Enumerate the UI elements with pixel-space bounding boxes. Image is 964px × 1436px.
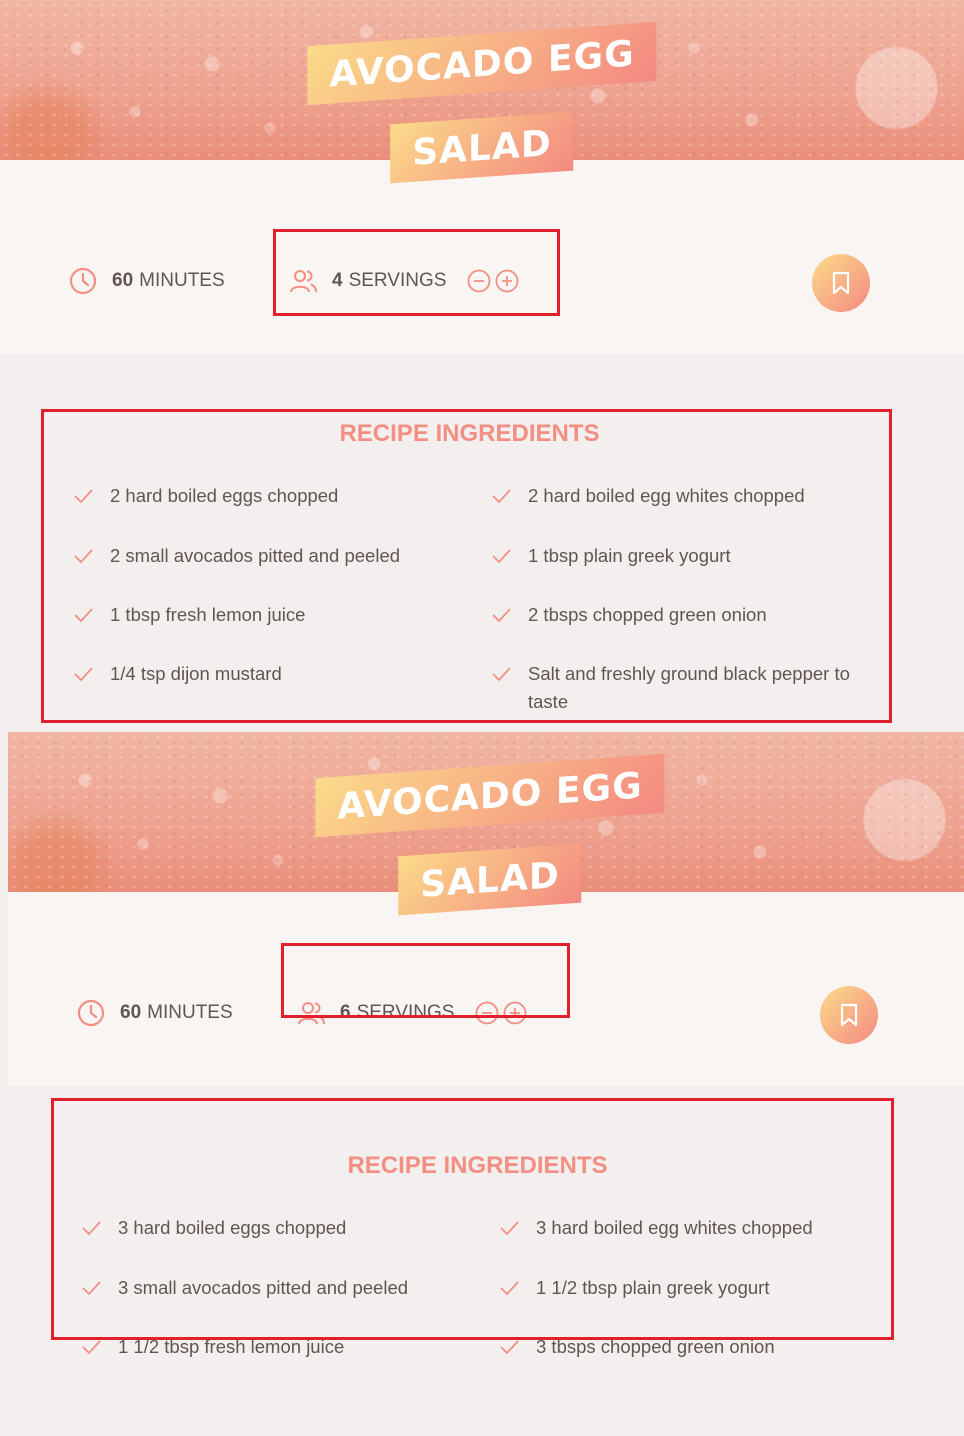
ingredient-item: 1 tbsp fresh lemon juice	[72, 601, 452, 629]
ingredient-item: 1/4 tsp dijon mustard	[72, 660, 452, 688]
recipe-title: Avocado Egg Salad	[0, 14, 964, 214]
recipe-title: Avocado Egg Salad	[8, 746, 964, 946]
ingredient-text: 2 small avocados pitted and peeled	[110, 545, 401, 566]
ingredient-text: 3 hard boiled egg whites chopped	[536, 1217, 813, 1238]
servings-value: 6	[340, 1002, 351, 1023]
recipe-panel-6-servings: 60 Minutes 6 Servings	[0, 732, 964, 1436]
time-unit: Minutes	[147, 1002, 233, 1023]
minus-circle-icon[interactable]	[474, 1000, 500, 1026]
ingredient-item: 3 hard boiled eggs chopped	[80, 1214, 460, 1242]
bookmark-icon	[832, 271, 850, 295]
check-icon	[500, 1281, 519, 1296]
time-value: 60	[112, 270, 134, 291]
recipe-time: 60 Minutes	[68, 261, 225, 301]
ingredient-item: 3 hard boiled egg whites chopped	[498, 1214, 878, 1242]
ingredient-item: 1 1/2 tbsp plain greek yogurt	[498, 1274, 878, 1302]
time-unit: Minutes	[139, 270, 225, 291]
ingredients-heading: Recipe Ingredients	[347, 1152, 608, 1179]
check-icon	[82, 1340, 101, 1355]
check-icon	[492, 549, 511, 564]
ingredient-text: 1 1/2 tbsp fresh lemon juice	[118, 1336, 345, 1357]
ingredient-item: 2 small avocados pitted and peeled	[72, 542, 452, 570]
check-icon	[74, 489, 93, 504]
check-icon	[82, 1281, 101, 1296]
ingredient-text: 1/4 tsp dijon mustard	[110, 663, 282, 684]
plus-circle-icon[interactable]	[502, 1000, 528, 1026]
recipe-servings: 4 Servings	[288, 261, 520, 301]
ingredient-text: 2 hard boiled eggs chopped	[110, 485, 339, 506]
ingredient-text: 3 tbsps chopped green onion	[536, 1336, 775, 1357]
time-value: 60	[120, 1002, 142, 1023]
plus-circle-icon[interactable]	[494, 268, 520, 294]
ingredient-text: 1 1/2 tbsp plain greek yogurt	[536, 1277, 770, 1298]
check-icon	[74, 549, 93, 564]
ingredient-text: Salt and freshly ground black pepper to …	[528, 663, 850, 712]
bookmark-button[interactable]	[820, 986, 878, 1044]
recipe-ingredients: Recipe Ingredients 2 hard boiled eggs ch…	[0, 354, 964, 712]
recipe-ingredients: Recipe Ingredients 3 hard boiled eggs ch…	[8, 1086, 964, 1436]
ingredient-item: Salt and freshly ground black pepper to …	[490, 660, 850, 716]
ingredient-item: 1 1/2 tbsp fresh lemon juice	[80, 1333, 460, 1361]
ingredient-item: 2 hard boiled egg whites chopped	[490, 482, 870, 510]
recipe-panel-4-servings: 60 Minutes 4 Servings	[0, 0, 964, 723]
bookmark-button[interactable]	[812, 254, 870, 312]
ingredient-text: 2 hard boiled egg whites chopped	[528, 485, 805, 506]
ingredients-heading: Recipe Ingredients	[339, 420, 600, 447]
check-icon	[492, 608, 511, 623]
check-icon	[82, 1221, 101, 1236]
ingredient-item: 3 tbsps chopped green onion	[498, 1333, 878, 1361]
check-icon	[492, 667, 511, 682]
ingredient-item: 3 small avocados pitted and peeled	[80, 1274, 460, 1302]
ingredient-text: 1 tbsp fresh lemon juice	[110, 604, 306, 625]
recipe-title-line-2: Salad	[398, 843, 582, 916]
users-icon	[290, 270, 317, 293]
servings-unit: Servings	[356, 1002, 455, 1023]
clock-icon	[77, 999, 105, 1027]
bookmark-icon	[840, 1003, 858, 1027]
ingredient-item: 2 tbsps chopped green onion	[490, 601, 870, 629]
ingredient-text: 2 tbsps chopped green onion	[528, 604, 767, 625]
servings-controls	[466, 268, 520, 294]
check-icon	[500, 1221, 519, 1236]
recipe-title-line-1: Avocado Egg	[315, 753, 665, 838]
servings-unit: Servings	[348, 270, 447, 291]
recipe-title-line-2: Salad	[390, 111, 574, 184]
recipe-time: 60 Minutes	[76, 993, 233, 1033]
minus-circle-icon[interactable]	[466, 268, 492, 294]
ingredient-item: 2 hard boiled eggs chopped	[72, 482, 452, 510]
check-icon	[492, 489, 511, 504]
ingredient-text: 3 small avocados pitted and peeled	[118, 1277, 409, 1298]
ingredient-item: 1 tbsp plain greek yogurt	[490, 542, 870, 570]
check-icon	[74, 667, 93, 682]
check-icon	[500, 1340, 519, 1355]
servings-value: 4	[332, 270, 343, 291]
ingredient-text: 1 tbsp plain greek yogurt	[528, 545, 731, 566]
servings-controls	[474, 1000, 528, 1026]
users-icon	[298, 1002, 325, 1025]
recipe-title-line-1: Avocado Egg	[307, 21, 657, 106]
ingredient-text: 3 hard boiled eggs chopped	[118, 1217, 347, 1238]
check-icon	[74, 608, 93, 623]
clock-icon	[69, 267, 97, 295]
recipe-servings: 6 Servings	[296, 993, 528, 1033]
